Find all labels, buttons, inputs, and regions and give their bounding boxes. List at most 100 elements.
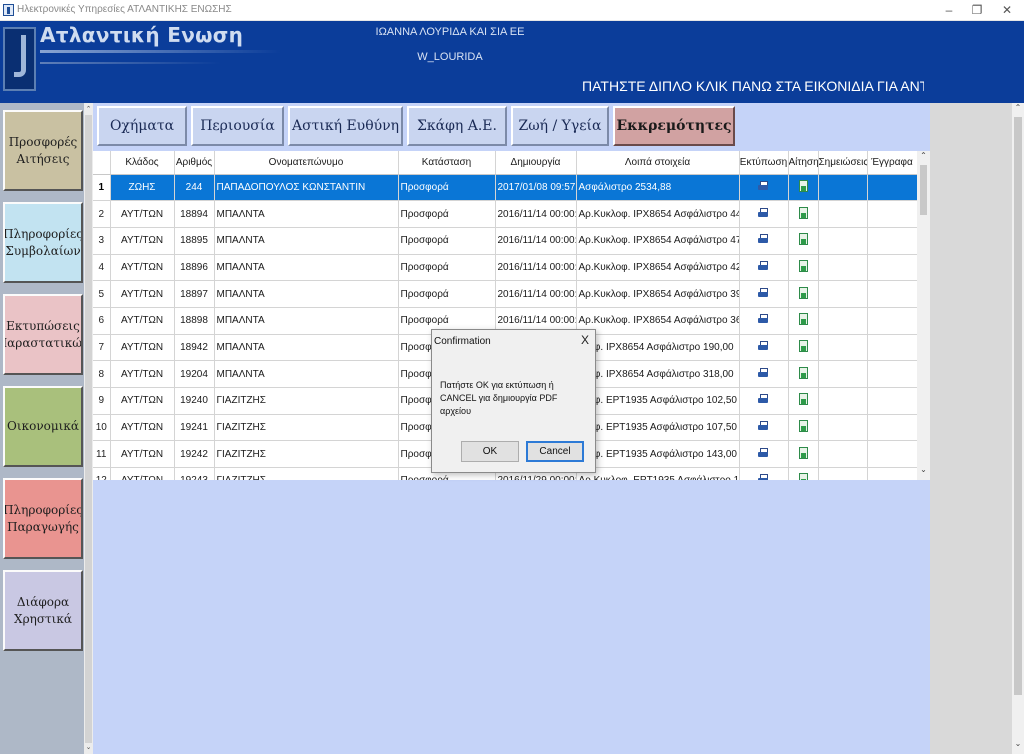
cell-notes[interactable] [818,174,868,202]
cell-notes[interactable] [818,414,868,442]
cell-notes[interactable] [818,334,868,362]
table-row[interactable]: 3 ΑΥΤ/ΤΩΝ 18895 ΜΠΑΛΝΤΑ Προσφορά 2016/11/14 0… [93,227,918,255]
cell-request[interactable] [788,254,819,282]
sidebar-item-5[interactable]: Πληροφορίες Παραγωγής [3,478,83,559]
window-scroll-thumb[interactable] [1014,117,1022,695]
nav-scroll-thumb[interactable] [85,115,92,743]
printer-icon[interactable] [758,287,769,298]
document-icon[interactable] [798,259,808,272]
document-icon[interactable] [798,420,808,433]
cell-request[interactable] [788,307,819,335]
cell-files[interactable] [867,174,918,202]
cell-print[interactable] [739,174,789,202]
grid-scroll-up-icon[interactable]: ⌃ [917,151,930,160]
cell-request[interactable] [788,360,819,388]
column-header[interactable]: Κατάσταση [398,151,496,175]
document-icon[interactable] [798,393,808,406]
column-header[interactable]: Έγγραφα [867,151,918,175]
column-header[interactable]: Αριθμός [174,151,215,175]
cell-notes[interactable] [818,360,868,388]
nav-scroll-up-icon[interactable]: ⌃ [84,105,93,113]
dialog-close-icon[interactable]: X [581,333,589,347]
document-icon[interactable] [798,313,808,326]
cell-request[interactable] [788,467,819,480]
cell-files[interactable] [867,387,918,415]
printer-icon[interactable] [758,314,769,324]
window-scroll-down-icon[interactable]: ⌄ [1012,739,1024,748]
printer-icon[interactable] [758,260,769,271]
cell-notes[interactable] [818,227,868,255]
tab-6[interactable]: Εκκρεμότητες [613,106,735,146]
table-row[interactable]: 4 ΑΥΤ/ΤΩΝ 18896 ΜΠΑΛΝΤΑ Προσφορά 2016/11/14 0… [93,254,918,282]
column-header[interactable]: Αίτηση [788,151,819,175]
document-icon[interactable] [798,366,808,379]
document-icon[interactable] [798,339,808,352]
document-icon[interactable] [798,206,808,219]
printer-icon[interactable] [758,447,769,458]
cell-print[interactable] [739,307,789,335]
printer-icon[interactable] [758,367,769,378]
window-scrollbar[interactable]: ⌃ ⌄ [1012,103,1024,754]
document-icon[interactable] [798,473,808,480]
cell-notes[interactable] [818,440,868,469]
nav-scroll-down-icon[interactable]: ⌄ [84,743,93,751]
window-scroll-up-icon[interactable]: ⌃ [1012,103,1024,112]
cell-files[interactable] [867,360,918,388]
document-icon[interactable] [798,179,808,192]
cell-request[interactable] [788,227,819,255]
document-icon[interactable] [798,286,808,299]
grid-scrollbar[interactable]: ⌃ ⌄ [917,151,930,480]
cell-request[interactable] [788,414,819,442]
sidebar-item-6[interactable]: Διάφορα Χρηστικά [3,570,83,651]
cell-notes[interactable] [818,280,868,308]
tab-1[interactable]: Οχήματα [97,106,187,146]
sidebar-item-1[interactable]: Προσφορές Αιτήσεις [3,110,83,191]
cell-files[interactable] [867,200,918,228]
sidebar-item-4[interactable]: Οικονομικά [3,386,83,467]
table-row[interactable]: 5 ΑΥΤ/ΤΩΝ 18897 ΜΠΑΛΝΤΑ Προσφορά 2016/11/14 0… [93,280,918,308]
cell-print[interactable] [739,200,789,228]
close-window-button[interactable]: ✕ [992,1,1022,20]
tab-4[interactable]: Σκάφη Α.Ε. [407,106,507,146]
cell-notes[interactable] [818,467,868,480]
ok-button[interactable]: OK [461,441,519,462]
table-row[interactable]: 2 ΑΥΤ/ΤΩΝ 18894 ΜΠΑΛΝΤΑ Προσφορά 2016/11/14 0… [93,200,918,228]
printer-icon[interactable] [758,234,769,244]
cell-print[interactable] [739,227,789,255]
cell-files[interactable] [867,334,918,362]
grid-scroll-down-icon[interactable]: ⌄ [917,465,930,474]
tab-2[interactable]: Περιουσία [191,106,284,146]
tab-5[interactable]: Ζωή / Υγεία [511,106,609,146]
grid-scroll-thumb[interactable] [920,165,927,215]
sidebar-item-3[interactable]: Εκτυπώσεις Παραστατικών [3,294,83,375]
minimize-button[interactable]: – [934,1,964,20]
cell-print[interactable] [739,414,789,442]
cell-files[interactable] [867,280,918,308]
cell-request[interactable] [788,334,819,362]
cell-print[interactable] [739,334,789,362]
column-header[interactable]: Εκτύπωση [739,151,789,175]
cell-print[interactable] [739,440,789,469]
cell-files[interactable] [867,467,918,480]
table-row[interactable]: 1 ΖΩΗΣ 244 ΠΑΠΑΔΟΠΟΥΛΟΣ ΚΩΝΣΤΑΝΤΙΝ Προσφορά 2… [93,174,918,202]
cell-files[interactable] [867,254,918,282]
cancel-button[interactable]: Cancel [526,441,584,462]
column-header[interactable]: Κλάδος [110,151,175,175]
tab-3[interactable]: Αστική Ευθύνη [288,106,403,146]
cell-request[interactable] [788,440,819,469]
column-header[interactable]: Δημιουργία [495,151,577,175]
cell-request[interactable] [788,387,819,415]
cell-notes[interactable] [818,200,868,228]
cell-request[interactable] [788,280,819,308]
cell-files[interactable] [867,414,918,442]
document-icon[interactable] [798,233,808,246]
column-header[interactable]: Ονοματεπώνυμο [214,151,399,175]
cell-notes[interactable] [818,387,868,415]
printer-icon[interactable] [758,180,769,191]
printer-icon[interactable] [758,474,769,480]
cell-print[interactable] [739,387,789,415]
printer-icon[interactable] [758,421,769,431]
cell-print[interactable] [739,467,789,480]
cell-files[interactable] [867,440,918,469]
cell-files[interactable] [867,307,918,335]
